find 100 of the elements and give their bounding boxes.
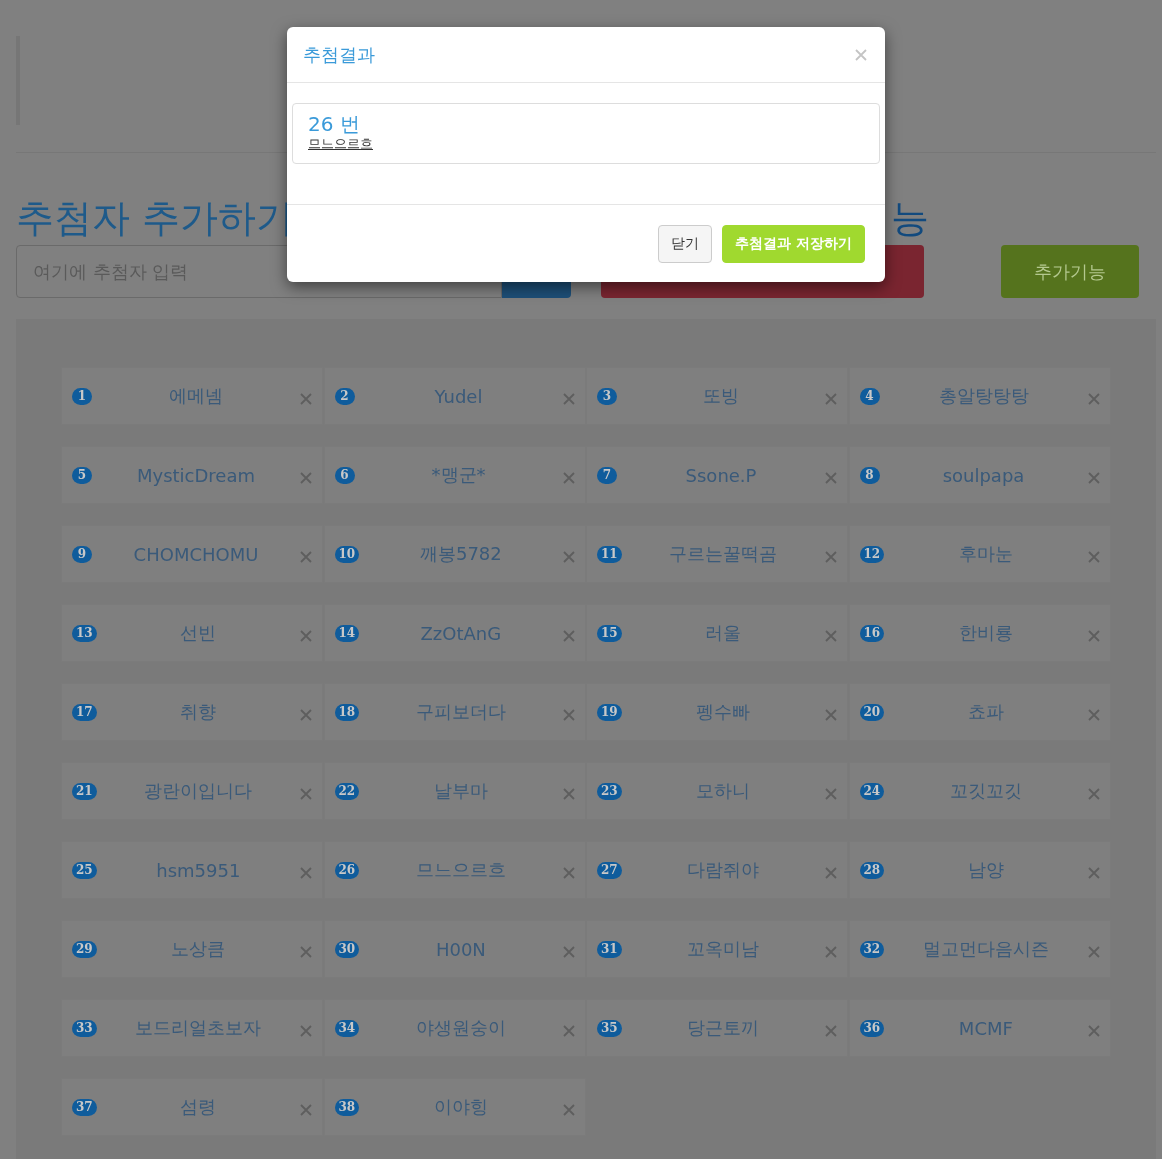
section-heading: 추첨자 추가하기 bbox=[16, 199, 296, 237]
participant-name: 구피보더다 bbox=[414, 700, 507, 724]
number-badge: 25 bbox=[72, 861, 97, 879]
participant-name: 이야힝 bbox=[432, 1095, 489, 1119]
close-icon[interactable] bbox=[1087, 867, 1100, 879]
number-badge: 12 bbox=[859, 545, 885, 563]
number-badge: 21 bbox=[72, 782, 97, 800]
number-badge: 24 bbox=[859, 782, 885, 800]
close-button[interactable]: 닫기 bbox=[658, 225, 713, 263]
close-icon[interactable] bbox=[1087, 551, 1100, 563]
participant-name: Ssone.P bbox=[684, 464, 758, 486]
participant-name: 쵸파 bbox=[966, 700, 1005, 724]
close-icon[interactable] bbox=[300, 1104, 312, 1116]
close-icon[interactable] bbox=[1087, 472, 1100, 484]
number-badge: 15 bbox=[597, 624, 622, 642]
number-badge: 28 bbox=[859, 861, 885, 879]
participant-name: 당근토끼 bbox=[686, 1016, 761, 1040]
close-icon[interactable] bbox=[300, 709, 312, 721]
close-icon[interactable] bbox=[562, 709, 575, 721]
close-icon[interactable] bbox=[825, 1025, 837, 1037]
close-icon[interactable] bbox=[562, 788, 575, 800]
result-number: 26 번 bbox=[308, 112, 361, 136]
participant-name: 야생원숭이 bbox=[414, 1016, 507, 1040]
close-icon[interactable] bbox=[300, 867, 312, 879]
number-badge: 5 bbox=[72, 466, 92, 484]
close-icon[interactable] bbox=[562, 867, 575, 879]
participant-name: ZzOtAnG bbox=[419, 622, 503, 644]
close-icon[interactable] bbox=[300, 472, 312, 484]
participant-name: 에메넴 bbox=[168, 384, 224, 408]
close-icon[interactable] bbox=[825, 946, 837, 958]
close-icon[interactable] bbox=[300, 788, 312, 800]
number-badge: 16 bbox=[859, 624, 885, 642]
close-icon[interactable] bbox=[825, 788, 837, 800]
number-badge: 18 bbox=[334, 703, 360, 721]
participant-name: 꼬깃꼬깃 bbox=[948, 779, 1023, 803]
number-badge: 23 bbox=[597, 782, 622, 800]
save-result-button[interactable]: 추첨결과 저장하기 bbox=[722, 225, 865, 263]
number-badge: 20 bbox=[859, 703, 885, 721]
close-icon[interactable] bbox=[855, 48, 867, 61]
number-badge: 30 bbox=[334, 940, 360, 958]
close-icon[interactable] bbox=[1087, 709, 1100, 721]
participant-name: *맹군* bbox=[430, 463, 487, 487]
result-name: 므느으르흐 bbox=[308, 136, 374, 152]
participant-name: 총알탕탕탕 bbox=[937, 384, 1030, 408]
number-badge: 8 bbox=[859, 466, 880, 484]
close-icon[interactable] bbox=[300, 393, 312, 405]
close-icon[interactable] bbox=[825, 393, 837, 405]
close-icon[interactable] bbox=[825, 867, 837, 879]
close-icon[interactable] bbox=[562, 551, 575, 563]
close-icon[interactable] bbox=[1087, 630, 1100, 642]
number-badge: 32 bbox=[859, 940, 885, 958]
number-badge: 4 bbox=[859, 387, 880, 405]
number-badge: 22 bbox=[334, 782, 360, 800]
dialog-title: 추첨결과 bbox=[303, 42, 375, 67]
close-icon[interactable] bbox=[562, 946, 575, 958]
close-icon[interactable] bbox=[562, 393, 575, 405]
participant-name: 날부마 bbox=[432, 779, 489, 803]
participant-name: 펭수빠 bbox=[695, 700, 752, 724]
number-badge: 7 bbox=[597, 466, 617, 484]
number-badge: 17 bbox=[72, 703, 97, 721]
participant-name: 므느으르흐 bbox=[414, 858, 507, 882]
participant-name: 섬령 bbox=[179, 1095, 218, 1119]
close-icon[interactable] bbox=[825, 709, 837, 721]
participant-name: 꼬옥미남 bbox=[686, 937, 761, 961]
close-icon[interactable] bbox=[562, 472, 575, 484]
close-icon[interactable] bbox=[825, 630, 837, 642]
close-icon[interactable] bbox=[300, 946, 312, 958]
close-icon[interactable] bbox=[1087, 393, 1100, 405]
close-icon[interactable] bbox=[562, 1104, 575, 1116]
number-badge: 1 bbox=[72, 387, 92, 405]
participant-name: 선빈 bbox=[179, 621, 218, 645]
participant-name: 모하니 bbox=[695, 779, 752, 803]
number-badge: 27 bbox=[597, 861, 622, 879]
extra-features-button[interactable]: 추가기능 bbox=[1001, 245, 1139, 298]
number-badge: 33 bbox=[72, 1019, 97, 1037]
participant-name: MCMF bbox=[957, 1017, 1014, 1039]
number-badge: 19 bbox=[597, 703, 622, 721]
number-badge: 35 bbox=[597, 1019, 622, 1037]
participant-name: 또빙 bbox=[702, 384, 740, 408]
close-icon[interactable] bbox=[300, 1025, 312, 1037]
close-icon[interactable] bbox=[1087, 788, 1100, 800]
close-icon[interactable] bbox=[562, 1025, 575, 1037]
close-icon[interactable] bbox=[300, 551, 312, 563]
close-icon[interactable] bbox=[562, 630, 575, 642]
close-icon[interactable] bbox=[825, 472, 837, 484]
participant-name: 멀고먼다음시즌 bbox=[921, 937, 1050, 961]
close-icon[interactable] bbox=[1087, 1025, 1100, 1037]
participant-name: 다람쥐야 bbox=[686, 858, 761, 882]
close-icon[interactable] bbox=[825, 551, 837, 563]
participant-name: 러울 bbox=[704, 621, 743, 645]
participant-name: hsm5951 bbox=[155, 859, 242, 881]
participant-name: 후마눈 bbox=[957, 542, 1014, 566]
participant-name: 한비룡 bbox=[957, 621, 1014, 645]
close-icon[interactable] bbox=[1087, 946, 1100, 958]
number-badge: 34 bbox=[334, 1019, 360, 1037]
participant-name: Yudel bbox=[433, 385, 484, 407]
number-badge: 11 bbox=[597, 545, 622, 563]
number-badge: 10 bbox=[334, 545, 360, 563]
close-icon[interactable] bbox=[300, 630, 312, 642]
participant-name: 구르는꿀떡곰 bbox=[668, 542, 779, 566]
